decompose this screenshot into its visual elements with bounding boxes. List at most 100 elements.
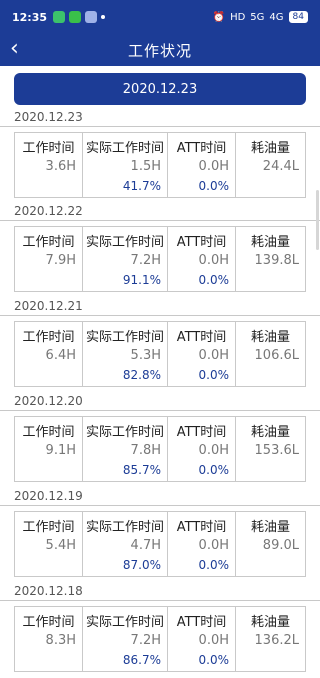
actual-work-time-percent: 41.7% [122, 179, 161, 193]
actual-work-time-label: 实际工作时间 [85, 520, 164, 535]
fuel-label: 耗油量 [250, 330, 290, 345]
fuel-value: 24.4L [262, 159, 299, 174]
work-time-label: 工作时间 [22, 520, 75, 535]
work-time-cell: 工作时间 3.6H [15, 133, 83, 197]
fuel-value: 89.0L [262, 538, 299, 553]
work-time-cell: 工作时间 7.9H [15, 227, 83, 291]
actual-work-time-percent: 91.1% [122, 273, 161, 287]
att-time-label: ATT时间 [176, 425, 227, 440]
fuel-cell: 耗油量 136.2L [236, 607, 305, 671]
att-time-value: 0.0H [198, 253, 229, 268]
record-date: 2020.12.20 [14, 394, 83, 408]
actual-work-time-value: 5.3H [130, 348, 161, 363]
fuel-label: 耗油量 [250, 520, 290, 535]
signal-5g: 5G [250, 11, 265, 23]
divider [0, 410, 320, 411]
att-time-cell: ATT时间 0.0H 0.0% [168, 417, 236, 481]
date-selector-label: 2020.12.23 [122, 81, 198, 97]
divider [0, 315, 320, 316]
divider [0, 220, 320, 221]
record-section: 2020.12.19 工作时间 5.4H 实际工作时间 4.7H 87.0% A… [0, 487, 320, 583]
record-card[interactable]: 工作时间 3.6H 实际工作时间 1.5H 41.7% ATT时间 0.0H 0… [14, 132, 306, 198]
fuel-cell: 耗油量 139.8L [236, 227, 305, 291]
actual-work-time-value: 4.7H [130, 538, 161, 553]
att-time-label: ATT时间 [176, 235, 227, 250]
att-time-percent: 0.0% [198, 179, 230, 193]
work-time-value: 3.6H [45, 159, 76, 174]
actual-work-time-cell: 实际工作时间 5.3H 82.8% [83, 322, 168, 386]
actual-work-time-percent: 85.7% [122, 463, 161, 477]
actual-work-time-cell: 实际工作时间 4.7H 87.0% [83, 512, 168, 576]
work-time-value: 7.9H [45, 253, 76, 268]
record-section: 2020.12.23 工作时间 3.6H 实际工作时间 1.5H 41.7% A… [0, 108, 320, 204]
att-time-value: 0.0H [198, 538, 229, 553]
att-time-label: ATT时间 [176, 330, 227, 345]
record-section: 2020.12.22 工作时间 7.9H 实际工作时间 7.2H 91.1% A… [0, 202, 320, 298]
work-time-cell: 工作时间 9.1H [15, 417, 83, 481]
record-date: 2020.12.22 [14, 204, 83, 218]
att-time-percent: 0.0% [198, 558, 230, 572]
actual-work-time-label: 实际工作时间 [85, 330, 164, 345]
actual-work-time-value: 7.2H [130, 253, 161, 268]
fuel-label: 耗油量 [250, 425, 290, 440]
att-time-value: 0.0H [198, 159, 229, 174]
status-time: 12:35 [12, 10, 48, 24]
fuel-value: 139.8L [254, 253, 299, 268]
messages-icon [53, 11, 66, 23]
att-time-label: ATT时间 [176, 520, 227, 535]
att-time-cell: ATT时间 0.0H 0.0% [168, 512, 236, 576]
record-card[interactable]: 工作时间 7.9H 实际工作时间 7.2H 91.1% ATT时间 0.0H 0… [14, 226, 306, 292]
actual-work-time-percent: 82.8% [122, 368, 161, 382]
nav-bar: ‹ 工作状况 [0, 34, 320, 66]
actual-work-time-value: 7.2H [130, 633, 161, 648]
record-section: 2020.12.18 工作时间 8.3H 实际工作时间 7.2H 86.7% A… [0, 582, 320, 678]
att-time-percent: 0.0% [198, 463, 230, 477]
att-time-percent: 0.0% [198, 273, 230, 287]
scrollbar[interactable] [316, 190, 319, 250]
work-time-cell: 工作时间 5.4H [15, 512, 83, 576]
fuel-value: 106.6L [254, 348, 299, 363]
divider [0, 600, 320, 601]
work-time-value: 9.1H [45, 443, 76, 458]
work-time-label: 工作时间 [22, 235, 75, 250]
alarm-icon: ⏰ [212, 11, 226, 23]
record-card[interactable]: 工作时间 6.4H 实际工作时间 5.3H 82.8% ATT时间 0.0H 0… [14, 321, 306, 387]
status-bar: 12:35 ⏰ HD 5G 4G 84 [0, 0, 320, 34]
att-time-cell: ATT时间 0.0H 0.0% [168, 227, 236, 291]
fuel-value: 153.6L [254, 443, 299, 458]
att-time-value: 0.0H [198, 443, 229, 458]
actual-work-time-cell: 实际工作时间 1.5H 41.7% [83, 133, 168, 197]
signal-4g: 4G [269, 11, 284, 23]
att-time-cell: ATT时间 0.0H 0.0% [168, 322, 236, 386]
date-selector-button[interactable]: 2020.12.23 [14, 73, 306, 105]
page-title: 工作状况 [127, 41, 192, 60]
actual-work-time-percent: 87.0% [122, 558, 161, 572]
record-card[interactable]: 工作时间 5.4H 实际工作时间 4.7H 87.0% ATT时间 0.0H 0… [14, 511, 306, 577]
fuel-cell: 耗油量 24.4L [236, 133, 305, 197]
work-time-label: 工作时间 [22, 141, 75, 156]
fuel-cell: 耗油量 153.6L [236, 417, 305, 481]
fuel-label: 耗油量 [250, 235, 290, 250]
att-time-value: 0.0H [198, 633, 229, 648]
att-time-cell: ATT时间 0.0H 0.0% [168, 607, 236, 671]
wechat-icon [69, 11, 82, 23]
fuel-label: 耗油量 [250, 141, 290, 156]
actual-work-time-cell: 实际工作时间 7.2H 86.7% [83, 607, 168, 671]
back-arrow-icon[interactable]: ‹ [10, 38, 34, 62]
work-time-cell: 工作时间 8.3H [15, 607, 83, 671]
divider [0, 126, 320, 127]
att-time-label: ATT时间 [176, 141, 227, 156]
record-date: 2020.12.19 [14, 489, 83, 503]
work-time-value: 6.4H [45, 348, 76, 363]
record-card[interactable]: 工作时间 9.1H 实际工作时间 7.8H 85.7% ATT时间 0.0H 0… [14, 416, 306, 482]
record-section: 2020.12.20 工作时间 9.1H 实际工作时间 7.8H 85.7% A… [0, 392, 320, 488]
record-date: 2020.12.18 [14, 584, 83, 598]
record-card[interactable]: 工作时间 8.3H 实际工作时间 7.2H 86.7% ATT时间 0.0H 0… [14, 606, 306, 672]
notification-dot-icon [101, 15, 106, 19]
work-time-label: 工作时间 [22, 615, 75, 630]
record-section: 2020.12.21 工作时间 6.4H 实际工作时间 5.3H 82.8% A… [0, 297, 320, 393]
actual-work-time-cell: 实际工作时间 7.2H 91.1% [83, 227, 168, 291]
work-time-label: 工作时间 [22, 330, 75, 345]
fuel-cell: 耗油量 106.6L [236, 322, 305, 386]
actual-work-time-cell: 实际工作时间 7.8H 85.7% [83, 417, 168, 481]
